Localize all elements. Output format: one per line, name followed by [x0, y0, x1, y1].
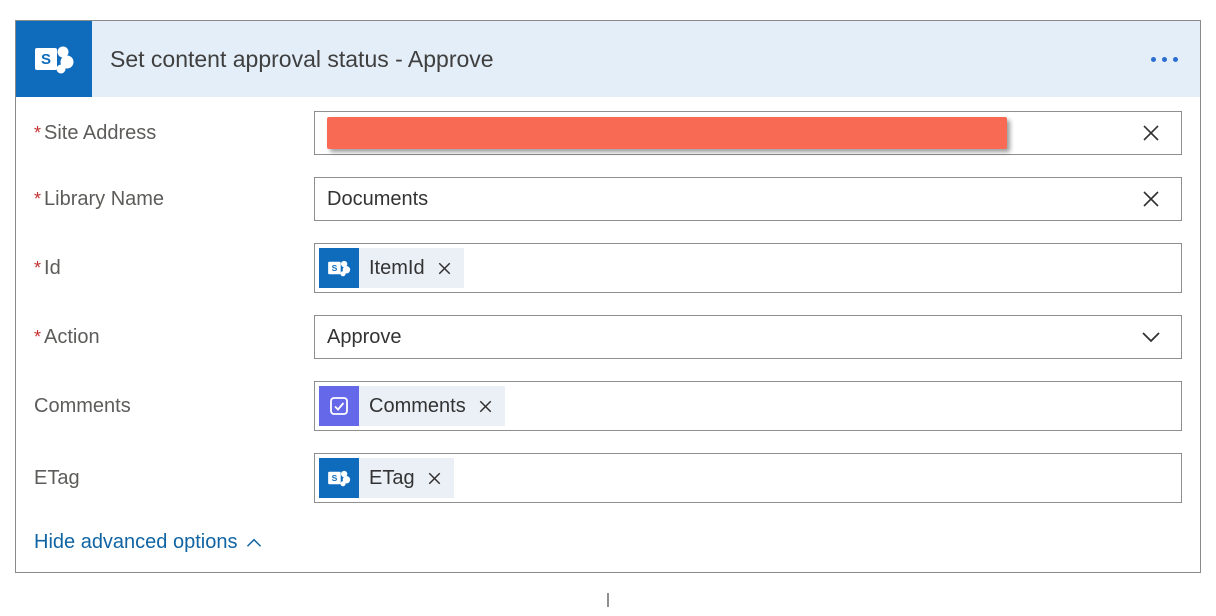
- sharepoint-token-icon: S: [319, 248, 359, 288]
- token-etag-remove[interactable]: [425, 471, 454, 486]
- comments-input[interactable]: Comments: [314, 381, 1182, 431]
- svg-text:S: S: [332, 263, 338, 273]
- required-asterisk-icon: *: [34, 327, 41, 348]
- required-asterisk-icon: *: [34, 123, 41, 144]
- token-itemid[interactable]: S ItemId: [319, 248, 464, 288]
- library-name-input[interactable]: Documents: [314, 177, 1182, 221]
- sharepoint-icon: S: [16, 21, 92, 97]
- card-header: S Set content approval status - Approve: [16, 21, 1200, 97]
- close-icon: [1141, 189, 1161, 209]
- action-card: S Set content approval status - Approve …: [15, 20, 1201, 573]
- action-select[interactable]: Approve: [314, 315, 1182, 359]
- chevron-up-icon: [245, 534, 263, 552]
- close-icon: [1141, 123, 1161, 143]
- site-address-redacted: [327, 117, 1007, 149]
- label-etag: ETag: [34, 467, 314, 490]
- row-id: * Id S: [34, 243, 1182, 293]
- card-menu-button[interactable]: [1151, 57, 1200, 62]
- close-icon: [427, 471, 442, 486]
- row-action: * Action Approve: [34, 315, 1182, 359]
- token-itemid-remove[interactable]: [435, 261, 464, 276]
- token-comments-label: Comments: [359, 395, 476, 418]
- library-name-value: Documents: [325, 188, 1131, 211]
- chevron-down-icon: [1140, 326, 1162, 348]
- label-site-address: * Site Address: [34, 122, 314, 145]
- label-library-name: * Library Name: [34, 188, 314, 211]
- label-action: * Action: [34, 326, 314, 349]
- token-comments-remove[interactable]: [476, 399, 505, 414]
- required-asterisk-icon: *: [34, 258, 41, 279]
- label-comments: Comments: [34, 395, 314, 418]
- site-address-input[interactable]: [314, 111, 1182, 155]
- hide-advanced-options-toggle[interactable]: Hide advanced options: [34, 525, 263, 562]
- token-itemid-label: ItemId: [359, 257, 435, 280]
- row-site-address: * Site Address: [34, 111, 1182, 155]
- action-value: Approve: [325, 326, 1131, 349]
- card-body: * Site Address * Library Name: [16, 97, 1200, 572]
- close-icon: [437, 261, 452, 276]
- action-dropdown-button[interactable]: [1131, 326, 1171, 348]
- token-etag[interactable]: S ETag: [319, 458, 454, 498]
- id-input[interactable]: S ItemId: [314, 243, 1182, 293]
- etag-input[interactable]: S ETag: [314, 453, 1182, 503]
- svg-text:S: S: [332, 473, 338, 483]
- advanced-toggle-label: Hide advanced options: [34, 531, 237, 554]
- row-library-name: * Library Name Documents: [34, 177, 1182, 221]
- token-etag-label: ETag: [359, 467, 425, 490]
- token-comments[interactable]: Comments: [319, 386, 505, 426]
- required-asterisk-icon: *: [34, 189, 41, 210]
- sharepoint-token-icon: S: [319, 458, 359, 498]
- clear-library-name-button[interactable]: [1131, 189, 1171, 209]
- label-id: * Id: [34, 257, 314, 280]
- approvals-token-icon: [319, 386, 359, 426]
- connector-line: [607, 593, 609, 607]
- card-title: Set content approval status - Approve: [92, 46, 1151, 73]
- svg-text:S: S: [41, 51, 51, 68]
- close-icon: [478, 399, 493, 414]
- clear-site-address-button[interactable]: [1131, 123, 1171, 143]
- row-comments: Comments Comments: [34, 381, 1182, 431]
- row-etag: ETag S ETag: [34, 453, 1182, 503]
